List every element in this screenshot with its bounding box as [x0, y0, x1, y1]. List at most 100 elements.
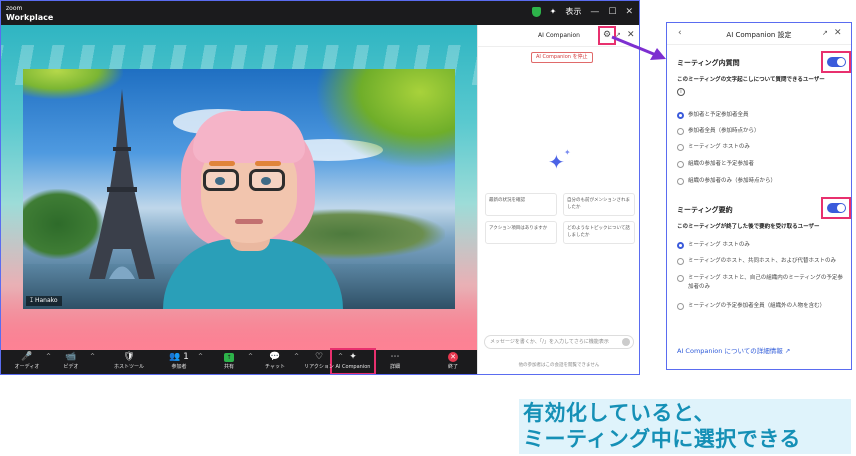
share-label: 共有: [223, 364, 234, 370]
ai-companion-panel: AI Companion ⚙ ↗ ✕ AI Companion を停止 ✦ ✦ …: [477, 25, 639, 374]
suggestion-card[interactable]: アクション項目はありますか: [485, 221, 557, 244]
sparkle-icon[interactable]: ✦: [550, 7, 557, 16]
title-bar: zoom Workplace ✦ 表示 — ☐ ✕: [1, 1, 639, 25]
radio-option[interactable]: 参加者と予定参加者全員: [677, 111, 847, 120]
avatar-mouth: [235, 219, 263, 224]
send-icon[interactable]: [622, 338, 630, 346]
share-button[interactable]: ↑ 共有 ^: [209, 352, 253, 372]
section-meeting-summary-title: ミーティング要約: [677, 206, 733, 214]
radio-option[interactable]: ミーティング ホストのみ: [677, 241, 847, 250]
radio-icon[interactable]: [677, 178, 684, 185]
radio-icon[interactable]: [677, 128, 684, 135]
radio-option[interactable]: 組織の参加者のみ（参加時点から）: [677, 177, 847, 186]
ai-companion-settings-panel: ‹ AI Companion 設定 ↗ ✕ ミーティング内質問 このミーティング…: [666, 22, 852, 370]
maximize-button[interactable]: ☐: [608, 7, 616, 17]
radio-option[interactable]: ミーティング ホストのみ: [677, 143, 847, 152]
radio-option[interactable]: ミーティングの予定参加者全員（組織外の人物を含む）: [677, 302, 847, 311]
close-icon[interactable]: ✕: [834, 28, 842, 38]
meeting-controls-bar: 🎤 オーディオ ^ 📹 ビデオ ^ 🛡 ホストツール 👥 1 参加者 ^ ↑ 共有 ^ 💬 チャット ^ ♡ リアク…: [1, 348, 477, 374]
zoom-meeting-window: zoom Workplace ✦ 表示 — ☐ ✕ ꕯ Hanako 🎤 オーデ…: [0, 0, 640, 375]
participants-icon: 👥 1: [169, 352, 189, 362]
more-label: 詳細: [389, 364, 400, 370]
host-tools-label: ホストツール: [113, 364, 144, 370]
minimize-button[interactable]: —: [590, 7, 599, 17]
suggestion-card[interactable]: どのようなトピックについて話しましたか: [563, 221, 635, 244]
popout-icon[interactable]: ↗: [822, 29, 828, 37]
caption-box: 有効化していると、 ミーティング中に選択できる: [519, 399, 851, 454]
radio-option[interactable]: ミーティングのホスト、共同ホスト、および代替ホストのみ: [677, 257, 847, 266]
participant-video[interactable]: ꕯ Hanako: [23, 69, 455, 309]
suggestion-card[interactable]: 最新の状況を確認: [485, 193, 557, 216]
info-icon[interactable]: i: [677, 88, 685, 96]
section-meeting-questions-subtitle: このミーティングの文字起こしについて質問できるユーザー: [677, 77, 825, 83]
section-meeting-questions-title: ミーティング内質問: [677, 59, 740, 67]
video-button[interactable]: 📹 ビデオ ^: [51, 352, 95, 372]
ai-companion-details-link[interactable]: AI Companion についての詳細情報 ↗: [677, 345, 790, 355]
stop-ai-companion-button[interactable]: AI Companion を停止: [531, 52, 593, 63]
radio-icon[interactable]: [677, 161, 684, 168]
brand-main: Workplace: [6, 13, 54, 22]
title-bar-controls: ✦ 表示 — ☐ ✕: [531, 6, 633, 17]
end-label: 終了: [447, 364, 458, 370]
audio-icon: 🎤: [21, 352, 33, 362]
chevron-up-icon[interactable]: ^: [90, 353, 95, 360]
radio-option[interactable]: ミーティング ホストと、自己の組織内のミーティングの予定参加者のみ: [677, 274, 847, 292]
audio-label: オーディオ: [14, 364, 40, 370]
meeting-questions-toggle[interactable]: [827, 57, 846, 67]
meeting-summary-toggle[interactable]: [827, 203, 846, 213]
chevron-up-icon[interactable]: ^: [248, 353, 253, 360]
ai-companion-icon: ✦: [349, 352, 357, 362]
zoom-logo: zoom Workplace: [6, 4, 53, 22]
close-window-button[interactable]: ✕: [625, 7, 633, 17]
caption-line-2: ミーティング中に選択できる: [523, 427, 801, 451]
ai-sparkle-small-icon: ✦: [564, 148, 571, 157]
video-icon: 📹: [65, 352, 77, 362]
video-area: ꕯ Hanako: [1, 25, 477, 350]
section-meeting-summary-subtitle: このミーティングが終了した後で要約を受け取るユーザー: [677, 224, 820, 230]
ai-companion-button[interactable]: ✦ AI Companion: [333, 352, 373, 372]
host-tools-icon: 🛡: [123, 352, 135, 362]
radio-icon[interactable]: [677, 275, 684, 282]
suggestion-card[interactable]: 自分のも前がメンションされましたか: [563, 193, 635, 216]
avatar-brow: [209, 161, 235, 166]
view-button[interactable]: 表示: [565, 6, 581, 17]
radio-option-label: ミーティングのホスト、共同ホスト、および代替ホストのみ: [688, 258, 836, 264]
radio-selected-icon[interactable]: [677, 242, 684, 249]
radio-option[interactable]: 組織の参加者と予定参加者: [677, 160, 847, 169]
avatar-eye: [261, 177, 271, 185]
radio-icon[interactable]: [677, 303, 684, 310]
chat-label: チャット: [265, 364, 285, 370]
chevron-up-icon[interactable]: ^: [198, 353, 203, 360]
end-button[interactable]: ✕ 終了: [433, 352, 473, 372]
radio-option-label: ミーティング ホストのみ: [688, 242, 750, 248]
chat-icon: 💬: [269, 352, 281, 362]
radio-option-label: 参加者と予定参加者全員: [688, 112, 749, 118]
radio-option-label: 参加者全員（参加時点から）: [688, 128, 760, 134]
eiffel-tower-icon: [89, 89, 155, 279]
host-tools-button[interactable]: 🛡 ホストツール: [109, 352, 149, 372]
avatar-eye: [215, 177, 225, 185]
ai-companion-label: AI Companion: [335, 364, 371, 370]
end-icon: ✕: [433, 352, 473, 363]
radio-option[interactable]: 参加者全員（参加時点から）: [677, 127, 847, 136]
encryption-shield-icon[interactable]: [531, 6, 541, 17]
radio-option-label: ミーティング ホストのみ: [688, 144, 750, 150]
ai-panel-footer: 他の参加者はこの会話を閲覧できません: [518, 363, 600, 368]
ai-panel-title: AI Companion: [538, 32, 580, 39]
share-icon: ↑: [209, 352, 249, 363]
participant-name-tag: ꕯ Hanako: [26, 296, 62, 306]
screenshot-root: zoom Workplace ✦ 表示 — ☐ ✕ ꕯ Hanako 🎤 オーデ…: [0, 0, 856, 456]
radio-icon[interactable]: [677, 144, 684, 151]
more-icon: ⋯: [390, 352, 400, 362]
ai-message-input[interactable]: メッセージを書くか、「/」を入力してさらに機能表示: [484, 335, 634, 349]
ai-sparkle-icon: ✦: [548, 150, 565, 174]
participants-button[interactable]: 👥 1 参加者 ^: [159, 352, 203, 372]
radio-icon[interactable]: [677, 258, 684, 265]
radio-selected-icon[interactable]: [677, 112, 684, 119]
more-button[interactable]: ⋯ 詳細: [375, 352, 415, 372]
settings-header: ‹ AI Companion 設定 ↗ ✕: [667, 23, 851, 45]
radio-option-label: 組織の参加者と予定参加者: [688, 161, 755, 167]
audio-button[interactable]: 🎤 オーディオ ^: [7, 352, 51, 372]
chat-button[interactable]: 💬 チャット ^: [255, 352, 299, 372]
participants-label: 参加者: [171, 364, 187, 370]
